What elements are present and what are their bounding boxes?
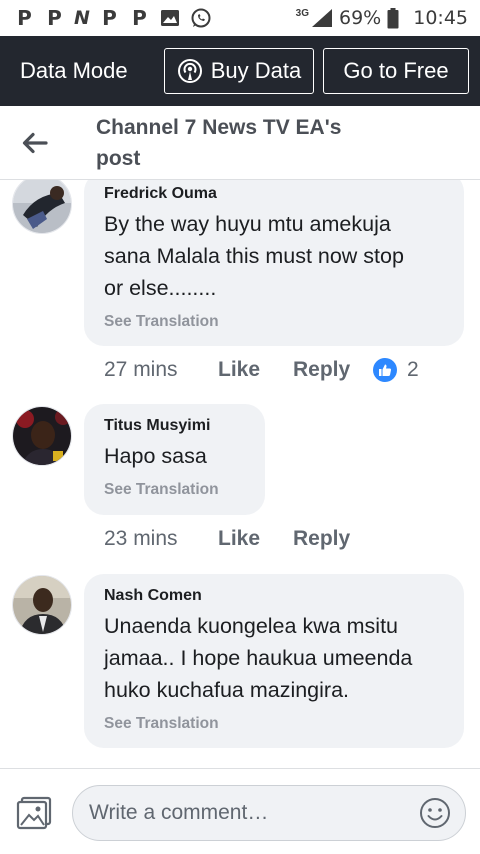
avatar[interactable] [12, 575, 72, 635]
comment-text-line: jamaa.. I hope haukua umeenda [104, 646, 413, 670]
comment-bubble[interactable]: Fredrick Ouma By the way huyu mtu amekuj… [84, 180, 464, 346]
system-indicators: 3G 69% 10:45 [296, 7, 468, 29]
comment-list: Fredrick Ouma By the way huyu mtu amekuj… [0, 180, 480, 768]
p-notification-icon: P [102, 6, 117, 30]
comment-text-line: By the way huyu mtu amekuja [104, 212, 391, 236]
thumbs-up-icon [373, 358, 397, 382]
data-mode-bar: Data Mode Buy Data Go to Free [0, 36, 480, 106]
see-translation-link[interactable]: See Translation [104, 714, 444, 734]
network-type: 3G [295, 7, 309, 19]
go-to-free-label: Go to Free [343, 58, 449, 83]
comment-text-line: huko kuchafua mazingira. [104, 678, 350, 702]
p-notification-icon: P [47, 6, 62, 30]
like-button[interactable]: Like [218, 527, 293, 551]
comment-actions: 23 mins Like Reply [104, 527, 373, 551]
data-mode-label: Data Mode [20, 58, 128, 83]
reply-button[interactable]: Reply [293, 358, 373, 382]
back-button[interactable] [0, 106, 70, 180]
comment-bubble[interactable]: Titus Musyimi Hapo sasa See Translation [84, 404, 265, 515]
avatar-photo [13, 576, 71, 634]
comment-actions: 27 mins Like Reply 2 [104, 358, 419, 382]
clock: 10:45 [413, 7, 468, 29]
buy-data-label: Buy Data [210, 58, 302, 83]
battery-icon [387, 7, 399, 28]
comment-text: By the way huyu mtu amekuja sana Malala … [104, 208, 444, 304]
status-bar: P P N P P 3G 69% 10:45 [0, 0, 480, 36]
back-arrow-icon [22, 132, 48, 153]
like-button[interactable]: Like [218, 358, 293, 382]
comment-author[interactable]: Titus Musyimi [104, 416, 245, 436]
comment-text-line: Hapo sasa [104, 444, 207, 468]
comment-text-line: or else........ [104, 276, 217, 300]
avatar[interactable] [12, 180, 72, 234]
comment-author[interactable]: Fredrick Ouma [104, 184, 444, 204]
reaction-count-value: 2 [407, 358, 419, 381]
gallery-icon [160, 10, 179, 26]
battery-percent: 69% [339, 7, 382, 29]
reaction-count[interactable]: 2 [373, 358, 419, 382]
whatsapp-icon [191, 8, 211, 28]
p-notification-icon: P [132, 6, 147, 30]
comment-input-placeholder: Write a comment… [89, 801, 269, 824]
p-notification-icon: P [17, 6, 32, 30]
avatar[interactable] [12, 406, 72, 466]
photo-icon[interactable] [16, 796, 52, 830]
reply-button[interactable]: Reply [293, 527, 373, 551]
page-title-line: post [96, 146, 141, 170]
comment-input[interactable]: Write a comment… [72, 785, 466, 841]
broadcast-icon [177, 59, 202, 83]
comment-timestamp: 23 mins [104, 527, 178, 550]
emoji-icon[interactable] [419, 797, 451, 829]
comment-text: Hapo sasa [104, 440, 245, 472]
comment-text-line: Unaenda kuongelea kwa msitu [104, 614, 399, 638]
comment-author[interactable]: Nash Comen [104, 586, 444, 606]
comment-bubble[interactable]: Nash Comen Unaenda kuongelea kwa msitu j… [84, 574, 464, 748]
buy-data-button[interactable]: Buy Data [164, 48, 314, 94]
notification-icons: P P N P P [14, 6, 212, 30]
avatar-photo [13, 407, 71, 465]
see-translation-link[interactable]: See Translation [104, 312, 444, 332]
avatar-photo [13, 180, 71, 233]
comment-composer: Write a comment… [0, 768, 480, 854]
comment-text-line: sana Malala this must now stop [104, 244, 404, 268]
go-to-free-button[interactable]: Go to Free [323, 48, 469, 94]
comment-text: Unaenda kuongelea kwa msitu jamaa.. I ho… [104, 610, 444, 706]
post-header: Channel 7 News TV EA's post [0, 106, 480, 180]
comment-timestamp: 27 mins [104, 358, 178, 381]
n-notification-icon: N [74, 7, 90, 29]
page-title-line: Channel 7 News TV EA's [96, 115, 342, 139]
signal-icon [312, 9, 332, 27]
see-translation-link[interactable]: See Translation [104, 480, 245, 500]
page-title: Channel 7 News TV EA's post [96, 112, 396, 174]
